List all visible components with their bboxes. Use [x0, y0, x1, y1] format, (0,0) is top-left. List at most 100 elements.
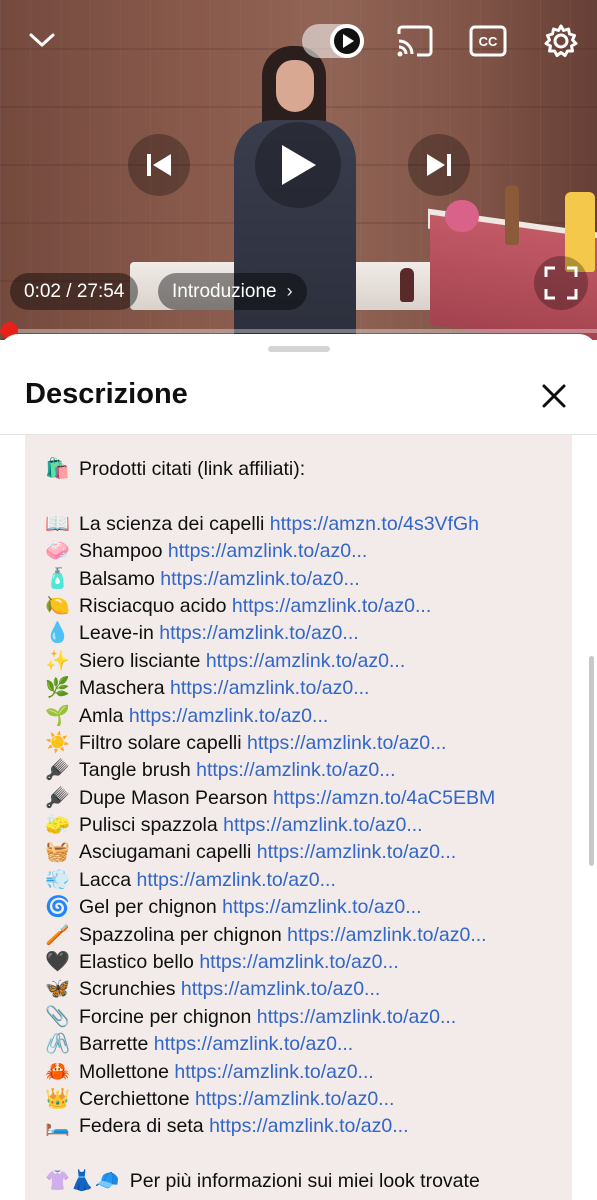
product-emoji-icon: 🧴	[45, 565, 70, 590]
video-player[interactable]: CC 0:02 / 27:54 Introduzione ›	[0, 0, 597, 340]
description-text: 🛍️ Prodotti citati (link affiliati): 📖 La …	[45, 455, 562, 1195]
sheet-title: Descrizione	[25, 378, 188, 410]
product-link[interactable]: https://amzn.to/4s3VfGh	[270, 513, 479, 535]
product-item: 💨 Lacca https://amzlink.to/az0...	[45, 866, 562, 893]
product-link[interactable]: https://amzlink.to/az0...	[222, 896, 421, 918]
heading-text: Prodotti citati (link affiliati):	[79, 458, 306, 480]
product-item: 🧴 Balsamo https://amzlink.to/az0...	[45, 565, 562, 592]
product-link[interactable]: https://amzlink.to/az0...	[196, 759, 395, 781]
product-label: Cerchiettone	[79, 1087, 190, 1110]
product-emoji-icon: 📎	[45, 1003, 70, 1028]
product-item: 🌀 Gel per chignon https://amzlink.to/az0.…	[45, 893, 562, 920]
product-link[interactable]: https://amzn.to/4aC5EBM	[273, 787, 495, 809]
product-item: ☀️ Filtro solare capelli https://amzlink.…	[45, 729, 562, 756]
product-link[interactable]: https://amzlink.to/az0...	[206, 650, 405, 672]
product-emoji-icon: ☀️	[45, 729, 70, 754]
play-icon	[282, 145, 316, 185]
product-label: Siero lisciante	[79, 649, 201, 672]
product-link[interactable]: https://amzlink.to/az0...	[159, 622, 358, 644]
product-link[interactable]: https://amzlink.to/az0...	[129, 705, 328, 727]
product-link[interactable]: https://amzlink.to/az0...	[257, 841, 456, 863]
product-link[interactable]: https://amzlink.to/az0...	[257, 1006, 456, 1028]
product-label: Forcine per chignon	[79, 1005, 252, 1028]
product-item: 🪮 Tangle brush https://amzlink.to/az0...	[45, 756, 562, 783]
products-heading: 🛍️ Prodotti citati (link affiliati):	[45, 455, 562, 482]
chevron-down-icon	[29, 33, 55, 47]
next-button[interactable]	[408, 134, 470, 196]
product-emoji-icon: 💨	[45, 866, 70, 891]
product-link[interactable]: https://amzlink.to/az0...	[154, 1033, 353, 1055]
fullscreen-icon	[544, 266, 578, 300]
previous-button[interactable]	[128, 134, 190, 196]
settings-button[interactable]	[540, 20, 582, 62]
fullscreen-button[interactable]	[534, 256, 588, 310]
product-link[interactable]: https://amzlink.to/az0...	[247, 732, 446, 754]
next-icon	[427, 154, 451, 176]
close-icon	[542, 384, 566, 408]
product-emoji-icon: 🌀	[45, 894, 70, 919]
product-item: 📎 Forcine per chignon https://amzlink.to/…	[45, 1003, 562, 1030]
gear-icon	[544, 24, 578, 57]
product-link[interactable]: https://amzlink.to/az0...	[160, 568, 359, 590]
product-item: 🦋 Scrunchies https://amzlink.to/az0...	[45, 975, 562, 1002]
product-link[interactable]: https://amzlink.to/az0...	[209, 1115, 408, 1137]
product-item: 🦀 Mollettone https://amzlink.to/az0...	[45, 1058, 562, 1085]
minimize-button[interactable]	[24, 22, 60, 58]
product-label: Scrunchies	[79, 978, 176, 1001]
product-emoji-icon: 🖤	[45, 949, 70, 974]
product-item: 🌿 Maschera https://amzlink.to/az0...	[45, 674, 562, 701]
product-list: 📖 La scienza dei capelli https://amzn.to/…	[45, 510, 562, 1140]
captions-button[interactable]: CC	[468, 22, 508, 60]
product-emoji-icon: 🖇️	[45, 1031, 70, 1056]
product-link[interactable]: https://amzlink.to/az0...	[223, 814, 422, 836]
product-emoji-icon: 👑	[45, 1085, 70, 1110]
product-link[interactable]: https://amzlink.to/az0...	[195, 1088, 394, 1110]
product-item: 📖 La scienza dei capelli https://amzn.to/…	[45, 510, 562, 537]
scrollbar[interactable]	[589, 656, 594, 866]
drag-handle[interactable]	[268, 346, 330, 352]
bottle-scene	[400, 268, 414, 302]
product-item: 🍋 Risciacquo acido https://amzlink.to/az0…	[45, 592, 562, 619]
product-item: 🧺 Asciugamani capelli https://amzlink.to/…	[45, 838, 562, 865]
description-box: 🛍️ Prodotti citati (link affiliati): 📖 La …	[25, 435, 572, 1200]
product-emoji-icon: 🧺	[45, 839, 70, 864]
product-label: Leave-in	[79, 622, 154, 645]
product-link[interactable]: https://amzlink.to/az0...	[174, 1061, 373, 1083]
clothing-icon: 👚👗🧢	[45, 1168, 120, 1193]
product-link[interactable]: https://amzlink.to/az0...	[199, 951, 398, 973]
close-button[interactable]	[538, 380, 570, 412]
product-item: 🖤 Elastico bello https://amzlink.to/az0..…	[45, 948, 562, 975]
chapter-button[interactable]: Introduzione ›	[158, 273, 307, 310]
product-item: 💧 Leave-in https://amzlink.to/az0...	[45, 619, 562, 646]
previous-icon	[147, 154, 171, 176]
bottle-scene	[505, 185, 519, 245]
progress-bar[interactable]	[0, 329, 597, 333]
product-emoji-icon: 🧽	[45, 812, 70, 837]
product-label: La scienza dei capelli	[79, 512, 265, 535]
product-emoji-icon: 🪮	[45, 757, 70, 782]
product-emoji-icon: 📖	[45, 510, 70, 535]
play-button[interactable]	[255, 122, 341, 208]
product-item: 🌱 Amla https://amzlink.to/az0...	[45, 702, 562, 729]
product-link[interactable]: https://amzlink.to/az0...	[170, 677, 369, 699]
product-link[interactable]: https://amzlink.to/az0...	[136, 869, 335, 891]
product-emoji-icon: 🪮	[45, 784, 70, 809]
product-link[interactable]: https://amzlink.to/az0...	[232, 595, 431, 617]
product-emoji-icon: 🦋	[45, 976, 70, 1001]
looks-text: Per più informazioni sui miei look trova…	[129, 1170, 480, 1193]
autoplay-toggle[interactable]	[302, 24, 364, 58]
product-item: 🖇️ Barrette https://amzlink.to/az0...	[45, 1030, 562, 1057]
product-label: Barrette	[79, 1033, 149, 1056]
product-link[interactable]: https://amzlink.to/az0...	[287, 924, 486, 946]
product-label: Dupe Mason Pearson	[79, 786, 268, 809]
product-label: Pulisci spazzola	[79, 814, 218, 837]
product-item: 🛏️ Federa di seta https://amzlink.to/az0.…	[45, 1112, 562, 1139]
product-emoji-icon: ✨	[45, 647, 70, 672]
cast-button[interactable]	[395, 22, 435, 60]
product-label: Lacca	[79, 868, 132, 891]
product-link[interactable]: https://amzlink.to/az0...	[168, 540, 367, 562]
shopping-bags-icon: 🛍️	[45, 456, 70, 480]
product-label: Balsamo	[79, 567, 155, 590]
product-link[interactable]: https://amzlink.to/az0...	[181, 978, 380, 1000]
product-emoji-icon: 🌿	[45, 675, 70, 700]
